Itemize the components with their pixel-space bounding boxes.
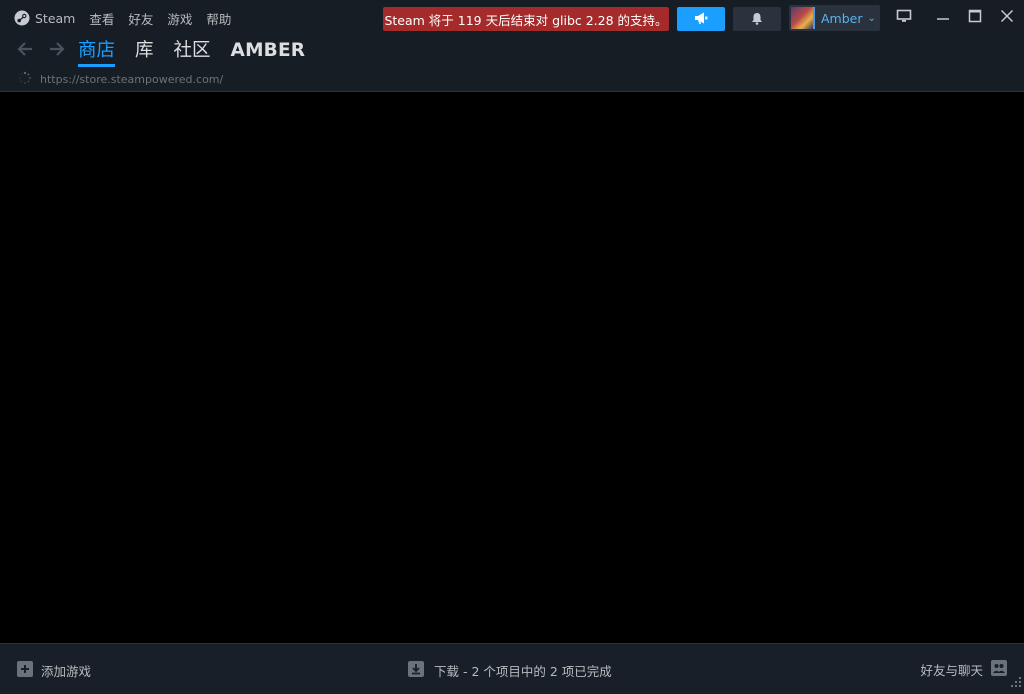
arrow-right-icon bbox=[48, 41, 66, 61]
friends-chat-label: 好友与聊天 bbox=[920, 663, 983, 678]
notifications-button[interactable] bbox=[733, 7, 781, 31]
chevron-down-icon: ⌄ bbox=[867, 12, 876, 24]
friends-chat-button[interactable]: 好友与聊天 bbox=[920, 660, 1007, 679]
store-webview[interactable] bbox=[0, 92, 1024, 643]
close-button[interactable] bbox=[996, 6, 1018, 28]
menu-games[interactable]: 游戏 bbox=[167, 9, 192, 28]
maximize-button[interactable] bbox=[964, 6, 986, 28]
bell-icon bbox=[751, 10, 763, 29]
title-bar: Steam 查看 好友 游戏 帮助 Steam 将于 119 天后结束对 gli… bbox=[0, 0, 1024, 92]
avatar bbox=[791, 7, 815, 29]
downloads-status: 下载 - 2 个项目中的 2 项已完成 bbox=[434, 664, 612, 679]
back-button[interactable] bbox=[14, 40, 36, 62]
maximize-icon bbox=[968, 8, 982, 27]
forward-button[interactable] bbox=[46, 40, 68, 62]
arrow-left-icon bbox=[16, 41, 34, 61]
glibc-notice-banner[interactable]: Steam 将于 119 天后结束对 glibc 2.28 的支持。 bbox=[383, 7, 669, 31]
loading-spinner-icon bbox=[18, 70, 32, 89]
plus-icon bbox=[17, 661, 33, 680]
megaphone-icon bbox=[693, 10, 709, 29]
tab-profile[interactable]: AMBER bbox=[231, 39, 306, 63]
close-icon bbox=[1000, 8, 1014, 27]
account-menu[interactable]: Amber ⌄ bbox=[789, 5, 880, 31]
steam-logo-icon bbox=[14, 10, 30, 26]
downloads-button[interactable]: 下载 - 2 个项目中的 2 项已完成 bbox=[408, 661, 612, 680]
minimize-icon bbox=[936, 8, 950, 27]
announcements-button[interactable] bbox=[677, 7, 725, 31]
minimize-button[interactable] bbox=[932, 6, 954, 28]
menu-view[interactable]: 查看 bbox=[89, 9, 114, 28]
big-picture-button[interactable] bbox=[893, 6, 915, 28]
menu-steam-label: Steam bbox=[35, 10, 76, 26]
navigation-bar: 商店 库 社区 AMBER bbox=[14, 36, 325, 67]
url-bar: https://store.steampowered.com/ bbox=[18, 70, 223, 89]
account-name: Amber bbox=[821, 10, 863, 26]
add-game-button[interactable]: 添加游戏 bbox=[17, 661, 91, 680]
menu-help[interactable]: 帮助 bbox=[206, 9, 231, 28]
add-game-label: 添加游戏 bbox=[41, 664, 92, 679]
menu-bar: Steam 查看 好友 游戏 帮助 bbox=[14, 8, 231, 28]
current-url[interactable]: https://store.steampowered.com/ bbox=[40, 73, 223, 86]
menu-friends[interactable]: 好友 bbox=[128, 9, 153, 28]
monitor-icon bbox=[896, 8, 912, 27]
menu-steam[interactable]: Steam bbox=[14, 10, 75, 26]
tab-store[interactable]: 商店 bbox=[78, 39, 116, 67]
tab-library[interactable]: 库 bbox=[135, 39, 154, 63]
resize-grip-icon[interactable] bbox=[1011, 672, 1021, 691]
friends-icon bbox=[991, 660, 1007, 679]
status-bar: 添加游戏 下载 - 2 个项目中的 2 项已完成 好友与聊天 bbox=[0, 643, 1024, 694]
tab-community[interactable]: 社区 bbox=[174, 39, 211, 63]
download-icon bbox=[408, 661, 424, 680]
